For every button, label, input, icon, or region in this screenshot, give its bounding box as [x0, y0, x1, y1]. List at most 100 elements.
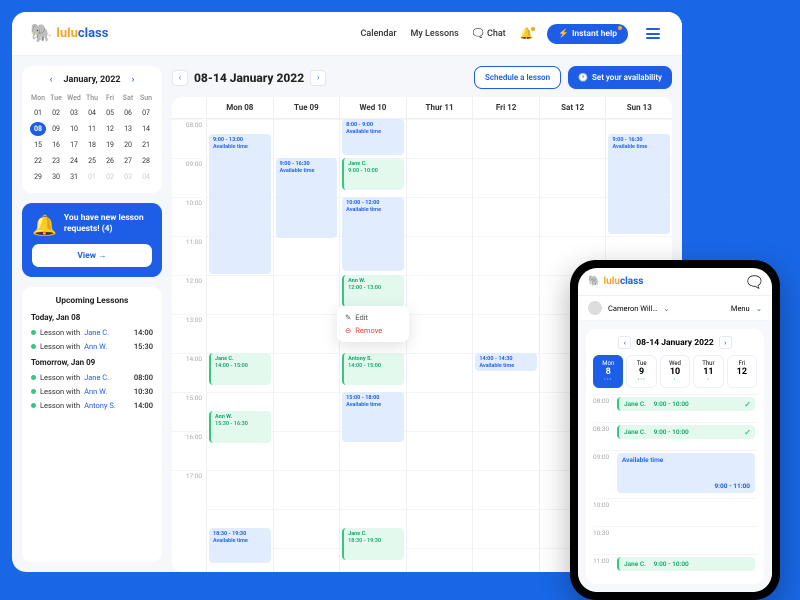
- mini-cal-day[interactable]: 19: [102, 138, 118, 152]
- time-label: 16:00: [172, 431, 202, 470]
- day-header[interactable]: Sun 13: [605, 97, 672, 118]
- schedule-lesson-button[interactable]: Schedule a lesson: [474, 66, 561, 89]
- mobile-day-tab[interactable]: Mon8•••: [593, 355, 623, 388]
- day-column[interactable]: 9:00 - 13:00Available time Jane C.14:00 -…: [206, 119, 273, 572]
- mini-cal-day[interactable]: 06: [120, 106, 136, 120]
- mini-cal-day[interactable]: 24: [66, 154, 82, 168]
- nav-chat[interactable]: 🗨️Chat: [473, 29, 506, 39]
- upcoming-lesson-row[interactable]: Lesson with Ann W.15:30: [31, 339, 153, 353]
- mini-cal-next[interactable]: ›: [129, 75, 138, 85]
- status-dot: [31, 344, 36, 349]
- mini-cal-day[interactable]: 22: [30, 154, 46, 168]
- day-header[interactable]: Thur 11: [406, 97, 473, 118]
- mobile-day-tab[interactable]: Wed10•: [660, 355, 690, 388]
- mini-cal-day[interactable]: 08: [30, 122, 46, 136]
- mobile-available-block[interactable]: Available time9:00 - 11:00: [617, 453, 755, 493]
- available-time-block[interactable]: 9:00 - 13:00Available time: [209, 134, 271, 274]
- user-select[interactable]: Cameron Will…: [608, 304, 657, 313]
- mini-cal-day[interactable]: 03: [120, 170, 136, 184]
- available-time-block[interactable]: 9:00 - 16:30Available time: [608, 134, 670, 234]
- mini-cal-day[interactable]: 01: [30, 106, 46, 120]
- day-column[interactable]: 9:00 - 16:30Available time: [273, 119, 340, 572]
- upcoming-lesson-row[interactable]: Lesson with Jane C.08:00: [31, 370, 153, 384]
- mini-cal-day[interactable]: 15: [30, 138, 46, 152]
- lesson-block[interactable]: Antony S.14:00 - 15:00: [342, 353, 404, 385]
- mini-cal-day[interactable]: 30: [48, 170, 64, 184]
- available-time-block[interactable]: 18:30 - 19:30Available time: [209, 528, 271, 563]
- lesson-block[interactable]: Jane C.18:30 - 19:30: [342, 528, 404, 560]
- day-header[interactable]: Tue 09: [273, 97, 340, 118]
- nav-calendar[interactable]: Calendar: [361, 29, 397, 39]
- mini-cal-day[interactable]: 12: [102, 122, 118, 136]
- bell-icon[interactable]: 🔔: [520, 27, 534, 40]
- available-time-block[interactable]: 9:00 - 16:30Available time: [276, 158, 338, 238]
- range-next[interactable]: ›: [310, 70, 326, 86]
- available-time-block[interactable]: 10:00 - 12:00Available time: [342, 197, 404, 271]
- day-column[interactable]: 8:00 - 9:00Available timeJane C.9:00 - 1…: [339, 119, 406, 572]
- mobile-day-tab[interactable]: Fri12: [727, 355, 757, 388]
- mini-cal-day[interactable]: 23: [48, 154, 64, 168]
- day-header[interactable]: Fri 12: [472, 97, 539, 118]
- mobile-day-tab[interactable]: Tue9•••: [626, 355, 656, 388]
- upcoming-lesson-row[interactable]: Lesson with Jane C.14:00: [31, 325, 153, 339]
- mini-cal-day[interactable]: 31: [66, 170, 82, 184]
- mini-cal-day[interactable]: 01: [84, 170, 100, 184]
- mobile-lesson-block[interactable]: Jane C. 9:00 - 10:00✓: [617, 397, 755, 411]
- hamburger-icon[interactable]: [642, 24, 664, 43]
- menu-select[interactable]: Menu: [731, 304, 750, 313]
- mini-cal-day[interactable]: 11: [84, 122, 100, 136]
- mini-cal-day[interactable]: 03: [66, 106, 82, 120]
- mini-cal-day[interactable]: 10: [66, 122, 82, 136]
- mini-cal-day[interactable]: 09: [48, 122, 64, 136]
- mini-cal-day[interactable]: 21: [138, 138, 154, 152]
- mini-cal-day[interactable]: 28: [138, 154, 154, 168]
- mini-cal-day[interactable]: 13: [120, 122, 136, 136]
- mini-cal-day[interactable]: 20: [120, 138, 136, 152]
- logo[interactable]: 🐘 luluclass: [30, 23, 108, 44]
- mobile-day-tab[interactable]: Thur11•: [693, 355, 723, 388]
- available-time-block[interactable]: 14:00 - 14:30Available time: [475, 353, 537, 371]
- lesson-block[interactable]: Ann W.15:30 - 16:30: [209, 411, 271, 443]
- mini-cal-day[interactable]: 14: [138, 122, 154, 136]
- mini-cal-prev[interactable]: ‹: [47, 75, 56, 85]
- mini-cal-day[interactable]: 27: [120, 154, 136, 168]
- mini-cal-day[interactable]: 05: [102, 106, 118, 120]
- mini-cal-day[interactable]: 02: [102, 170, 118, 184]
- mobile-lesson-block[interactable]: Jane C. 9:00 - 10:00✓: [617, 425, 755, 439]
- lesson-block[interactable]: Jane C.9:00 - 10:00: [342, 158, 404, 190]
- mini-cal-day[interactable]: 02: [48, 106, 64, 120]
- remove-action[interactable]: ⊖Remove: [342, 324, 404, 337]
- mini-cal-day[interactable]: 25: [84, 154, 100, 168]
- mobile-lesson-block[interactable]: Jane C. 9:00 - 10:00: [617, 557, 755, 571]
- mini-cal-day[interactable]: 04: [84, 106, 100, 120]
- mobile-logo[interactable]: 🐘luluclass: [588, 276, 643, 287]
- mobile-range-prev[interactable]: ‹: [618, 336, 631, 349]
- day-header[interactable]: Sat 12: [539, 97, 606, 118]
- mini-cal-day[interactable]: 18: [84, 138, 100, 152]
- available-time-block[interactable]: 15:00 - 18:00Available time: [342, 392, 404, 442]
- nav-my-lessons[interactable]: My Lessons: [411, 29, 459, 39]
- day-column[interactable]: [406, 119, 473, 572]
- check-icon: ✓: [744, 400, 751, 409]
- instant-help-button[interactable]: ⚡Instant help: [547, 24, 628, 44]
- mini-cal-day[interactable]: 26: [102, 154, 118, 168]
- edit-action[interactable]: ✎Edit: [342, 311, 404, 324]
- mini-cal-day[interactable]: 07: [138, 106, 154, 120]
- lesson-block[interactable]: Ann W.12:00 - 13:00: [342, 275, 404, 307]
- mini-cal-day[interactable]: 17: [66, 138, 82, 152]
- mini-cal-day[interactable]: 04: [138, 170, 154, 184]
- available-time-block[interactable]: 8:00 - 9:00Available time: [342, 119, 404, 155]
- day-column[interactable]: 14:00 - 14:30Available time: [472, 119, 539, 572]
- day-header[interactable]: Wed 10: [339, 97, 406, 118]
- view-button[interactable]: View →: [32, 244, 152, 267]
- chat-icon[interactable]: 🗨️: [747, 275, 762, 289]
- upcoming-lesson-row[interactable]: Lesson with Ann W.10:30: [31, 384, 153, 398]
- upcoming-lesson-row[interactable]: Lesson with Antony S.14:00: [31, 398, 153, 412]
- set-availability-button[interactable]: 🕐Set your availability: [568, 66, 672, 89]
- mini-cal-day[interactable]: 29: [30, 170, 46, 184]
- mobile-range-next[interactable]: ›: [719, 336, 732, 349]
- range-prev[interactable]: ‹: [172, 70, 188, 86]
- mini-cal-day[interactable]: 16: [48, 138, 64, 152]
- day-header[interactable]: Mon 08: [206, 97, 273, 118]
- lesson-block[interactable]: Jane C.14:00 - 15:00: [209, 353, 271, 385]
